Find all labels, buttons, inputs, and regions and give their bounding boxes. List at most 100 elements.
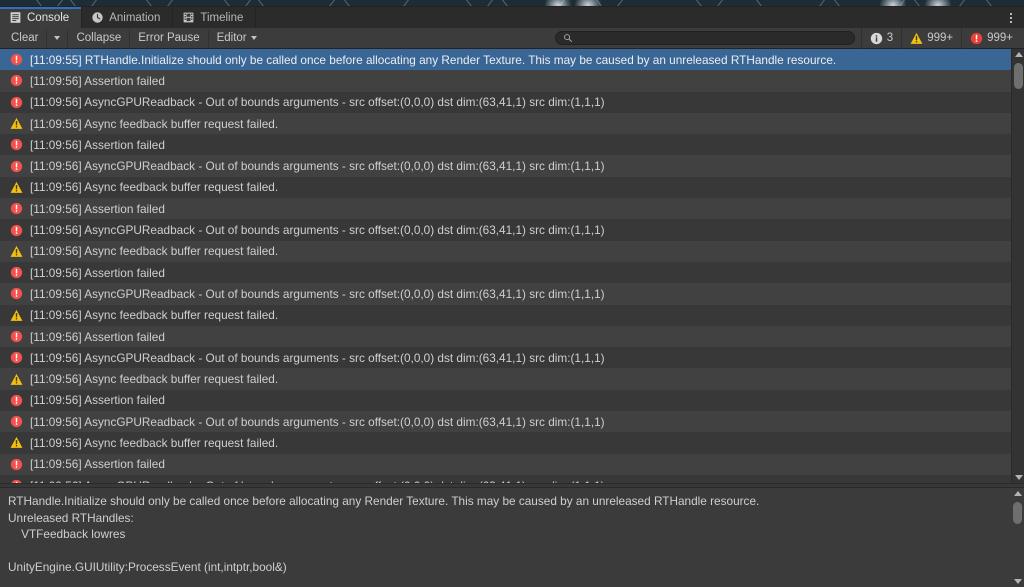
- editor-button-label: Editor: [216, 32, 247, 44]
- log-entry-text: [11:09:56] Assertion failed: [30, 393, 165, 408]
- log-entry-text: [11:09:56] Async feedback buffer request…: [30, 372, 279, 387]
- clear-button[interactable]: Clear: [3, 29, 48, 47]
- console-toolbar: Clear Collapse Error Pause Editor 3 999+…: [0, 27, 1024, 49]
- log-entry-row[interactable]: [11:09:56] Assertion failed: [0, 198, 1024, 220]
- scroll-down-arrow[interactable]: [1012, 472, 1024, 483]
- log-entry-row[interactable]: [11:09:56] Async feedback buffer request…: [0, 432, 1024, 454]
- log-entry-text: [11:09:56] Assertion failed: [30, 265, 165, 280]
- log-entry-row[interactable]: [11:09:56] AsyncGPUReadback - Out of bou…: [0, 474, 1024, 483]
- log-entry-text: [11:09:56] AsyncGPUReadback - Out of bou…: [30, 414, 605, 429]
- clear-dropdown-button[interactable]: [47, 29, 69, 47]
- editor-dropdown-button[interactable]: Editor: [209, 30, 265, 47]
- log-entry-text: [11:09:56] AsyncGPUReadback - Out of bou…: [30, 286, 605, 301]
- filmstrip-icon: [183, 12, 194, 23]
- warning-icon: [10, 373, 23, 385]
- log-entry-text: [11:09:56] Async feedback buffer request…: [30, 180, 279, 195]
- log-entry-row[interactable]: [11:09:56] AsyncGPUReadback - Out of bou…: [0, 155, 1024, 177]
- warning-icon: [10, 309, 23, 321]
- kebab-menu-icon[interactable]: [998, 7, 1024, 28]
- tab-animation[interactable]: Animation: [82, 7, 174, 28]
- search-input[interactable]: [576, 32, 847, 44]
- log-entry-text: [11:09:56] Async feedback buffer request…: [30, 308, 279, 323]
- log-entry-text: [11:09:56] Assertion failed: [30, 457, 165, 472]
- log-entry-row[interactable]: [11:09:56] Async feedback buffer request…: [0, 112, 1024, 135]
- log-entry-row[interactable]: [11:09:56] AsyncGPUReadback - Out of bou…: [0, 91, 1024, 113]
- log-entry-row[interactable]: [11:09:56] AsyncGPUReadback - Out of bou…: [0, 411, 1024, 433]
- log-entry-text: [11:09:56] Async feedback buffer request…: [30, 435, 279, 450]
- info-count[interactable]: 3: [860, 27, 901, 49]
- unity-console-window: Console Animation Timeline Clear Collapse …: [0, 0, 1024, 587]
- detail-line: RTHandle.Initialize should only be calle…: [8, 494, 760, 508]
- log-entry-text: [11:09:56] AsyncGPUReadback - Out of bou…: [30, 223, 605, 238]
- error-icon: [10, 458, 23, 470]
- warning-icon: [10, 437, 23, 449]
- log-entry-row[interactable]: [11:09:56] Assertion failed: [0, 453, 1024, 475]
- log-entry-text: [11:09:56] Assertion failed: [30, 73, 165, 88]
- error-icon: [11, 479, 22, 483]
- warning-icon: [10, 181, 23, 193]
- log-entry-list[interactable]: [11:09:55] RTHandle.Initialize should on…: [0, 49, 1024, 483]
- log-list-scroll-thumb[interactable]: [1014, 63, 1023, 89]
- error-icon: [10, 96, 23, 108]
- log-entry-row[interactable]: [11:09:55] RTHandle.Initialize should on…: [0, 49, 1024, 71]
- tab-label: Console: [27, 11, 70, 24]
- console-icon: [10, 12, 21, 23]
- info-count-label: 3: [886, 32, 894, 44]
- error-icon: [10, 330, 23, 343]
- log-entry-row[interactable]: [11:09:56] AsyncGPUReadback - Out of bou…: [0, 283, 1024, 305]
- clock-icon: [92, 12, 103, 23]
- error-icon: [10, 266, 23, 279]
- chevron-down-icon: [250, 36, 257, 40]
- log-entry-text: [11:09:56] AsyncGPUReadback - Out of bou…: [30, 479, 605, 483]
- warning-icon: [10, 245, 23, 257]
- error-icon: [10, 352, 23, 364]
- log-entry-text: [11:09:56] Assertion failed: [30, 201, 165, 216]
- log-entry-row[interactable]: [11:09:56] Assertion failed: [0, 134, 1024, 156]
- log-entry-text: [11:09:56] Async feedback buffer request…: [30, 116, 279, 131]
- log-entry-row[interactable]: [11:09:56] AsyncGPUReadback - Out of bou…: [0, 347, 1024, 369]
- log-entry-row[interactable]: [11:09:56] Async feedback buffer request…: [0, 176, 1024, 199]
- scroll-up-arrow[interactable]: [1011, 488, 1024, 499]
- log-entry-row[interactable]: [11:09:56] Assertion failed: [0, 389, 1024, 412]
- error-icon: [970, 32, 983, 44]
- detail-line: UnityEngine.GUIUtility:ProcessEvent (int…: [8, 560, 287, 574]
- tab-console[interactable]: Console: [0, 7, 83, 28]
- tab-timeline[interactable]: Timeline: [173, 7, 257, 28]
- detail-line: [8, 543, 1002, 560]
- error-count[interactable]: 999+: [961, 27, 1021, 49]
- error-count-label: 999+: [987, 32, 1013, 44]
- tab-bar-spacer: [256, 7, 998, 28]
- error-icon: [10, 53, 23, 66]
- log-entry-row[interactable]: [11:09:56] Async feedback buffer request…: [0, 240, 1024, 262]
- log-entry-row[interactable]: [11:09:56] Async feedback buffer request…: [0, 368, 1024, 390]
- error-icon: [10, 75, 23, 87]
- detail-scroll-thumb[interactable]: [1013, 502, 1022, 524]
- log-entry-text: [11:09:56] AsyncGPUReadback - Out of bou…: [30, 159, 605, 174]
- log-list-scrollbar[interactable]: [1011, 49, 1024, 483]
- log-entry-text: [11:09:56] AsyncGPUReadback - Out of bou…: [30, 350, 605, 365]
- warning-icon: [910, 32, 923, 44]
- warning-count[interactable]: 999+: [901, 27, 961, 49]
- chevron-down-icon: [54, 36, 61, 40]
- log-entry-row[interactable]: [11:09:56] Assertion failed: [0, 70, 1024, 92]
- error-icon: [10, 160, 23, 172]
- console-window-body: Console Animation Timeline Clear Collapse …: [0, 6, 1024, 587]
- log-entry-row[interactable]: [11:09:56] Assertion failed: [0, 261, 1024, 284]
- log-entry-row[interactable]: [11:09:56] Async feedback buffer request…: [0, 304, 1024, 326]
- detail-line: VTFeedback lowres: [8, 527, 126, 541]
- scroll-down-arrow[interactable]: [1011, 576, 1024, 587]
- detail-scrollbar[interactable]: [1011, 488, 1024, 587]
- log-entry-text: [11:09:56] Assertion failed: [30, 137, 165, 152]
- log-detail-panel[interactable]: RTHandle.Initialize should only be calle…: [0, 488, 1024, 587]
- log-entry-row[interactable]: [11:09:56] Assertion failed: [0, 325, 1024, 348]
- error-icon: [10, 203, 23, 215]
- log-entry-row[interactable]: [11:09:56] AsyncGPUReadback - Out of bou…: [0, 219, 1024, 241]
- warning-count-label: 999+: [927, 32, 954, 44]
- tab-label: Timeline: [200, 11, 244, 24]
- collapse-button[interactable]: Collapse: [68, 29, 131, 47]
- error-icon: [10, 139, 23, 151]
- error-pause-button[interactable]: Error Pause: [130, 29, 209, 47]
- search-field[interactable]: [554, 31, 855, 45]
- scroll-up-arrow[interactable]: [1012, 49, 1024, 60]
- search-icon: [563, 34, 572, 43]
